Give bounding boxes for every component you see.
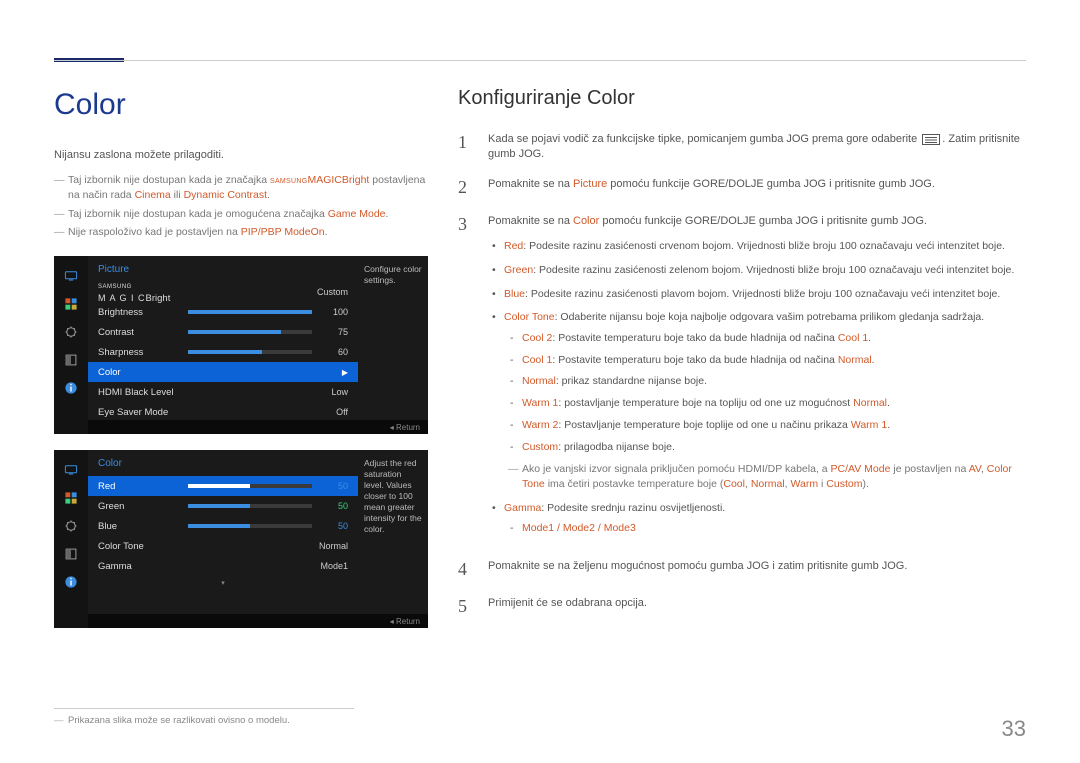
osd-row: Color▶ xyxy=(88,362,358,382)
osd-row: Brightness 100 xyxy=(88,302,358,322)
instruction-step: 3Pomaknite se na Color pomoću funkcije G… xyxy=(458,212,1026,545)
sub-item: Cool 2: Postavite temperaturu boje tako … xyxy=(504,331,1026,346)
osd-description: Configure color settings. xyxy=(358,256,428,294)
right-title: Konfiguriranje Color xyxy=(458,84,1026,112)
osd-row-value: 50 xyxy=(320,500,348,513)
osd-row-label: Eye Saver Mode xyxy=(98,406,188,419)
left-title: Color xyxy=(54,84,428,126)
osd-sidebar xyxy=(54,256,88,434)
osd-row-label: Color Tone xyxy=(98,540,188,553)
instruction-step: 4 Pomaknite se na željenu mogućnost pomoć… xyxy=(458,557,1026,582)
sub-item: Warm 2: Postavljanje temperature boje to… xyxy=(504,418,1026,433)
osd-row-value: 100 xyxy=(320,306,348,319)
osd-row-value: Custom xyxy=(188,286,348,299)
osd-row-label: Color xyxy=(98,366,188,379)
monitor-icon xyxy=(61,460,81,480)
osd-main: PictureSAMSUNGM A G I CBrightCustomBrigh… xyxy=(88,256,358,420)
info-icon xyxy=(61,572,81,592)
feature-item: Blue: Podesite razinu zasićenosti plavom… xyxy=(488,287,1026,302)
instruction-step: 5 Primijenit će se odabrana opcija. xyxy=(458,594,1026,619)
osd-row: Blue 50 xyxy=(88,516,358,536)
sub-item: Warm 1: postavljanje temperature boje na… xyxy=(504,396,1026,411)
osd-row-value: 50 xyxy=(320,480,348,493)
menu-icon xyxy=(922,134,940,145)
page-number: 33 xyxy=(1002,714,1026,745)
osd-row-label: HDMI Black Level xyxy=(98,386,188,399)
osd-panel: PictureSAMSUNGM A G I CBrightCustomBrigh… xyxy=(54,256,428,434)
osd-row: Red 50 xyxy=(88,476,358,496)
osd-row-label: Gamma xyxy=(98,560,188,573)
osd-panel: ColorRed50Green50Blue50Color ToneNormalG… xyxy=(54,450,428,628)
osd-row: Eye Saver ModeOff xyxy=(88,402,358,422)
osd-row: HDMI Black LevelLow xyxy=(88,382,358,402)
step-number: 3 xyxy=(458,212,472,545)
osd-row: SAMSUNGM A G I CBrightCustom xyxy=(88,282,358,302)
sub-item: Mode1 / Mode2 / Mode3 xyxy=(504,521,1026,536)
step-number: 5 xyxy=(458,594,472,619)
feature-item: Gamma: Podesite srednju razinu osvijetlj… xyxy=(488,501,1026,536)
osd-row-value: Low xyxy=(188,386,348,399)
note-line: Taj izbornik nije dostupan kada je znača… xyxy=(54,173,428,202)
osd-row-label: Red xyxy=(98,480,188,493)
footnote-divider xyxy=(54,708,354,709)
osd-row-label: Green xyxy=(98,500,188,513)
footnote: Prikazana slika može se razlikovati ovis… xyxy=(54,714,290,727)
step-body: Pomaknite se na Color pomoću funkcije GO… xyxy=(488,212,1026,545)
sub-item: Custom: prilagodba nijanse boje. xyxy=(504,440,1026,455)
step-number: 1 xyxy=(458,130,472,163)
sub-note: Ako je vanjski izvor signala priključen … xyxy=(508,462,1026,491)
monitor-icon xyxy=(61,266,81,286)
osd-row-value: Mode1 xyxy=(188,560,348,573)
osd-title: Color xyxy=(88,450,358,476)
gear-icon xyxy=(61,516,81,536)
osd-row-label: Sharpness xyxy=(98,346,188,359)
grid-icon xyxy=(61,294,81,314)
feature-item: Red: Podesite razinu zasićenosti crvenom… xyxy=(488,239,1026,254)
step-body: Pomaknite se na Picture pomoću funkcije … xyxy=(488,175,1026,200)
note-line: Nije raspoloživo kad je postavljen na PI… xyxy=(54,225,428,240)
osd-row: Color ToneNormal xyxy=(88,536,358,556)
sub-item: Normal: prikaz standardne nijanse boje. xyxy=(504,374,1026,389)
left-column: Color Nijansu zaslona možete prilagoditi… xyxy=(54,84,428,631)
osd-row-label: SAMSUNGM A G I CBright xyxy=(98,279,188,306)
osd-row-value: 60 xyxy=(320,346,348,359)
step-body: Pomaknite se na željenu mogućnost pomoću… xyxy=(488,557,1026,582)
feature-item: Green: Podesite razinu zasićenosti zelen… xyxy=(488,263,1026,278)
gear-icon xyxy=(61,322,81,342)
osd-footer: ◂ Return xyxy=(88,420,428,434)
instruction-step: 2 Pomaknite se na Picture pomoću funkcije… xyxy=(458,175,1026,200)
chevron-down-icon: ▾ xyxy=(88,579,358,589)
osd-description: Adjust the red saturation level. Values … xyxy=(358,450,428,543)
intro-text: Nijansu zaslona možete prilagoditi. xyxy=(54,148,428,163)
instruction-step: 1 Kada se pojavi vodič za funkcijske tipk… xyxy=(458,130,1026,163)
step-body: Kada se pojavi vodič za funkcijske tipke… xyxy=(488,130,1026,163)
note-line: Taj izbornik nije dostupan kada je omogu… xyxy=(54,207,428,222)
top-divider xyxy=(54,60,1026,61)
osd-row-label: Blue xyxy=(98,520,188,533)
osd-row: Sharpness 60 xyxy=(88,342,358,362)
grid-icon xyxy=(61,488,81,508)
pip-icon xyxy=(61,544,81,564)
osd-sidebar xyxy=(54,450,88,628)
osd-row-value: 75 xyxy=(320,326,348,339)
osd-main: ColorRed50Green50Blue50Color ToneNormalG… xyxy=(88,450,358,614)
step-number: 4 xyxy=(458,557,472,582)
pip-icon xyxy=(61,350,81,370)
osd-footer: ◂ Return xyxy=(88,614,428,628)
osd-row-label: Brightness xyxy=(98,306,188,319)
osd-row-value: Off xyxy=(188,406,348,419)
osd-row: GammaMode1 xyxy=(88,556,358,576)
step-body: Primijenit će se odabrana opcija. xyxy=(488,594,1026,619)
feature-list: Red: Podesite razinu zasićenosti crvenom… xyxy=(488,239,1026,536)
osd-row-value: Normal xyxy=(188,540,348,553)
osd-row-value: 50 xyxy=(320,520,348,533)
sub-item: Cool 1: Postavite temperaturu boje tako … xyxy=(504,353,1026,368)
step-number: 2 xyxy=(458,175,472,200)
right-column: Konfiguriranje Color 1 Kada se pojavi vod… xyxy=(458,84,1026,631)
osd-row-label: Contrast xyxy=(98,326,188,339)
info-icon xyxy=(61,378,81,398)
osd-row: Green 50 xyxy=(88,496,358,516)
feature-item: Color Tone: Odaberite nijansu boje koja … xyxy=(488,310,1026,491)
osd-row: Contrast 75 xyxy=(88,322,358,342)
